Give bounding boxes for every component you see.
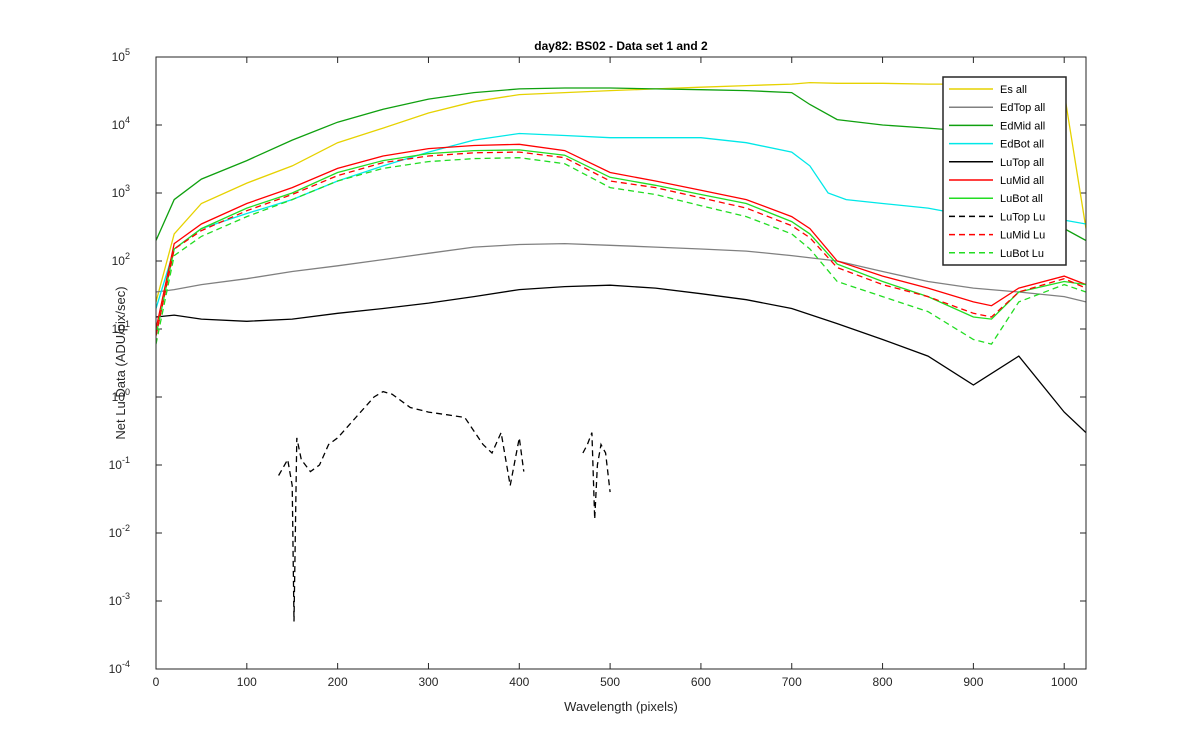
y-tick-base: 10 (109, 594, 123, 608)
y-tick-base: 10 (112, 322, 126, 336)
y-tick-base: 10 (112, 50, 126, 64)
y-tick-exponent: 2 (125, 251, 130, 261)
y-tick-label: 102 (112, 251, 130, 268)
y-tick-label: 10-4 (109, 659, 130, 676)
x-tick-label: 200 (328, 675, 348, 689)
y-tick-exponent: -4 (122, 659, 130, 669)
legend-label: LuMid all (1000, 175, 1044, 187)
y-tick-label: 105 (112, 47, 130, 64)
legend-label: EdBot all (1000, 139, 1044, 151)
y-tick-exponent: 4 (125, 115, 130, 125)
legend-label: LuBot all (1000, 193, 1043, 205)
y-axis-label: Net Lu Data (ADU/pix/sec) (113, 286, 128, 439)
x-tick-label: 700 (782, 675, 802, 689)
y-tick-exponent: -3 (122, 591, 130, 601)
y-tick-base: 10 (109, 458, 123, 472)
legend-label: LuMid Lu (1000, 230, 1045, 242)
legend-label: LuTop Lu (1000, 211, 1045, 223)
y-tick-label: 10-2 (109, 523, 130, 540)
y-tick-exponent: 0 (125, 387, 130, 397)
legend: Es all EdTop all EdMid all EdBot all LuTop a… (942, 76, 1067, 266)
x-tick-label: 400 (509, 675, 529, 689)
y-tick-base: 10 (109, 526, 123, 540)
y-tick-exponent: 5 (125, 47, 130, 57)
y-tick-base: 10 (109, 662, 123, 676)
x-tick-label: 500 (600, 675, 620, 689)
x-tick-label: 600 (691, 675, 711, 689)
y-tick-label: 103 (112, 183, 130, 200)
x-tick-label: 100 (237, 675, 257, 689)
legend-label: Es all (1000, 84, 1027, 96)
y-tick-exponent: -1 (122, 455, 130, 465)
x-tick-label: 900 (963, 675, 983, 689)
y-tick-exponent: 3 (125, 183, 130, 193)
y-tick-label: 104 (112, 115, 130, 132)
chart-title: day82: BS02 - Data set 1 and 2 (534, 39, 708, 53)
y-tick-exponent: -2 (122, 523, 130, 533)
x-tick-label: 1000 (1051, 675, 1078, 689)
y-tick-base: 10 (112, 118, 126, 132)
y-tick-base: 10 (112, 390, 126, 404)
y-tick-base: 10 (112, 254, 126, 268)
legend-label: LuTop all (1000, 157, 1044, 169)
y-tick-label: 10-1 (109, 455, 130, 472)
x-tick-label: 800 (873, 675, 893, 689)
y-tick-label: 10-3 (109, 591, 130, 608)
y-tick-exponent: 1 (125, 319, 130, 329)
x-axis-label: Wavelength (pixels) (564, 699, 678, 714)
y-tick-base: 10 (112, 186, 126, 200)
x-tick-label: 0 (153, 675, 160, 689)
legend-label: EdMid all (1000, 120, 1045, 132)
legend-label: LuBot Lu (1000, 248, 1044, 260)
chart-figure: day82: BS02 - Data set 1 and 2 Wavelengt… (109, 39, 1087, 714)
x-tick-label: 300 (418, 675, 438, 689)
legend-label: EdTop all (1000, 102, 1045, 114)
